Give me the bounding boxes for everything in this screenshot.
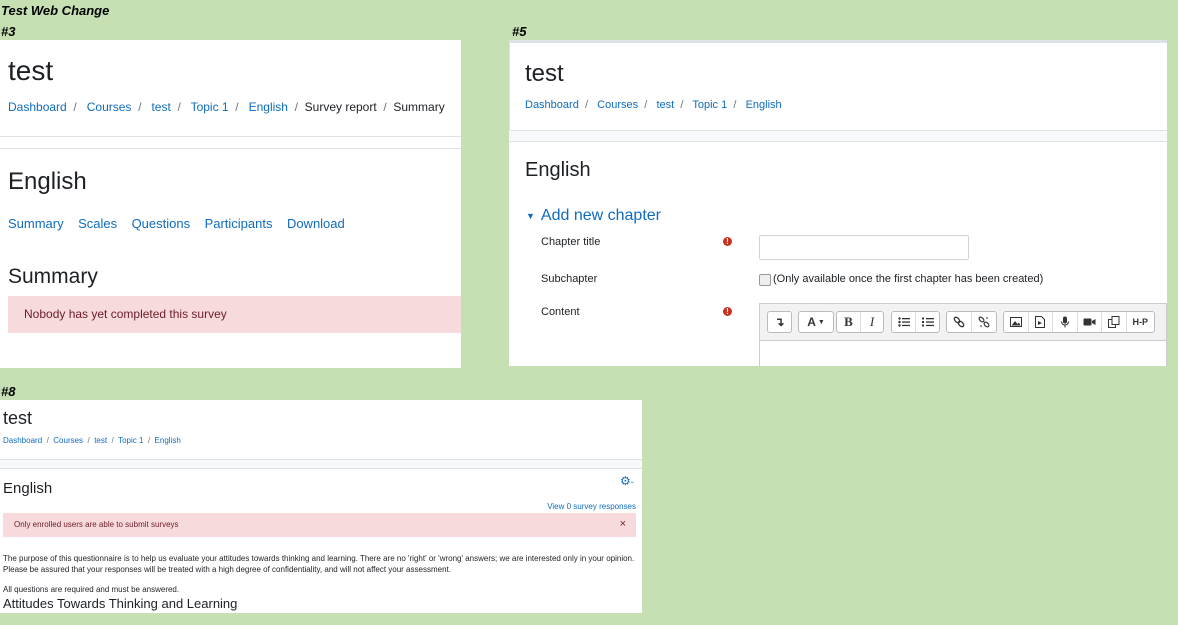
breadcrumb-activity[interactable]: English <box>249 100 288 114</box>
font-color-icon: A ▼ <box>807 315 825 329</box>
breadcrumb-dashboard[interactable]: Dashboard <box>525 99 579 111</box>
text-style-group: B I <box>836 311 884 333</box>
view-responses-link[interactable]: View 0 survey responses <box>547 502 636 511</box>
breadcrumb-dashboard[interactable]: Dashboard <box>3 436 42 445</box>
collapse-caret-icon: ▼ <box>526 211 535 221</box>
italic-icon[interactable]: I <box>861 312 883 332</box>
divider <box>0 136 461 137</box>
media-group: H-P <box>1003 311 1155 333</box>
collapse-toolbar-button[interactable]: ↴ <box>767 311 792 333</box>
intro-paragraph: The purpose of this questionnaire is to … <box>3 554 635 563</box>
bold-icon[interactable]: B <box>837 312 861 332</box>
breadcrumb-topic[interactable]: Topic 1 <box>692 99 727 111</box>
breadcrumb-activity[interactable]: English <box>746 99 782 111</box>
tab-scales[interactable]: Scales <box>78 216 117 231</box>
tab-questions[interactable]: Questions <box>132 216 191 231</box>
intro-paragraph: Please be assured that your responses wi… <box>3 565 451 574</box>
required-icon: ! <box>723 237 732 246</box>
alert-text: Nobody has yet completed this survey <box>24 307 227 321</box>
collapse-icon: ↴ <box>774 315 785 329</box>
font-color-button[interactable]: A ▼ <box>798 311 834 333</box>
subchapter-note: (Only available once the first chapter h… <box>773 273 1044 285</box>
breadcrumb-courses[interactable]: Courses <box>87 100 132 114</box>
unordered-list-icon[interactable] <box>892 312 916 332</box>
link-group <box>946 311 997 333</box>
no-responses-alert: Nobody has yet completed this survey <box>8 296 461 333</box>
font-letter: A <box>807 315 816 329</box>
breadcrumb-course[interactable]: test <box>151 100 170 114</box>
report-tabs: Summary Scales Questions Participants Do… <box>8 216 345 231</box>
h5p-icon[interactable]: H-P <box>1127 312 1154 332</box>
breadcrumb-dashboard[interactable]: Dashboard <box>8 100 67 114</box>
unlink-icon[interactable] <box>972 312 996 332</box>
summary-heading: Summary <box>8 265 98 288</box>
breadcrumb-topic[interactable]: Topic 1 <box>191 100 229 114</box>
section-title: English <box>3 480 53 497</box>
breadcrumb-activity[interactable]: English <box>155 436 181 445</box>
breadcrumb-course[interactable]: test <box>656 99 674 111</box>
close-icon[interactable]: × <box>620 518 626 530</box>
page-title: Test Web Change <box>1 3 110 18</box>
chapter-title-input[interactable] <box>759 235 969 260</box>
panel-3-label: #3 <box>1 24 16 39</box>
ordered-list-icon[interactable] <box>916 312 939 332</box>
questionnaire-section-heading: Attitudes Towards Thinking and Learning <box>3 596 238 611</box>
divider <box>509 130 1167 142</box>
breadcrumb: Dashboard / Courses / test / Topic 1 / E… <box>3 436 181 445</box>
course-title: test <box>525 60 564 87</box>
editor-content-area[interactable] <box>759 340 1167 366</box>
content-label: Content <box>541 306 580 318</box>
image-icon[interactable] <box>1004 312 1029 332</box>
record-audio-icon[interactable] <box>1053 312 1078 332</box>
required-icon: ! <box>723 307 732 316</box>
alert-text: Only enrolled users are able to submit s… <box>14 520 179 529</box>
media-icon[interactable] <box>1029 312 1054 332</box>
breadcrumb-courses[interactable]: Courses <box>53 436 83 445</box>
manage-files-icon[interactable] <box>1102 312 1127 332</box>
section-title: English <box>525 159 591 181</box>
breadcrumb-courses[interactable]: Courses <box>597 99 638 111</box>
breadcrumb-summary: Summary <box>393 100 445 114</box>
divider <box>0 148 461 149</box>
panel-5-add-chapter: test Dashboard / Courses / test / Topic … <box>509 40 1167 366</box>
panel-8-label: #8 <box>1 384 16 399</box>
course-title: test <box>8 55 54 86</box>
panel-8-questionnaire: test Dashboard / Courses / test / Topic … <box>0 400 642 613</box>
record-video-icon[interactable] <box>1078 312 1103 332</box>
section-title: English <box>8 168 87 195</box>
breadcrumb: Dashboard / Courses / test / Topic 1 / E… <box>8 100 445 114</box>
breadcrumb-course[interactable]: test <box>94 436 107 445</box>
form-heading: Add new chapter <box>540 207 661 224</box>
course-title: test <box>3 408 33 428</box>
top-border <box>509 40 1167 43</box>
divider <box>0 460 642 469</box>
panel-5-label: #5 <box>512 24 527 39</box>
enrolment-alert: Only enrolled users are able to submit s… <box>3 513 636 537</box>
tab-download[interactable]: Download <box>287 216 345 231</box>
link-icon[interactable] <box>947 312 972 332</box>
add-chapter-toggle[interactable]: ▼ Add new chapter <box>526 207 661 225</box>
breadcrumb-topic[interactable]: Topic 1 <box>118 436 143 445</box>
breadcrumb-survey-report: Survey report <box>304 100 377 114</box>
settings-gear-icon[interactable]: ⚙- <box>620 474 634 488</box>
left-border <box>509 40 510 130</box>
list-group <box>891 311 940 333</box>
intro-text: The purpose of this questionnaire is to … <box>3 553 639 575</box>
subchapter-label: Subchapter <box>541 273 598 285</box>
tab-participants[interactable]: Participants <box>205 216 273 231</box>
tab-summary[interactable]: Summary <box>8 216 64 231</box>
chapter-title-label: Chapter title <box>541 236 601 248</box>
panel-3-survey-report: test Dashboard / Courses / test / Topic … <box>0 40 461 368</box>
breadcrumb: Dashboard / Courses / test / Topic 1 / E… <box>525 99 782 111</box>
subchapter-checkbox[interactable] <box>759 274 771 286</box>
required-note: All questions are required and must be a… <box>3 585 180 594</box>
